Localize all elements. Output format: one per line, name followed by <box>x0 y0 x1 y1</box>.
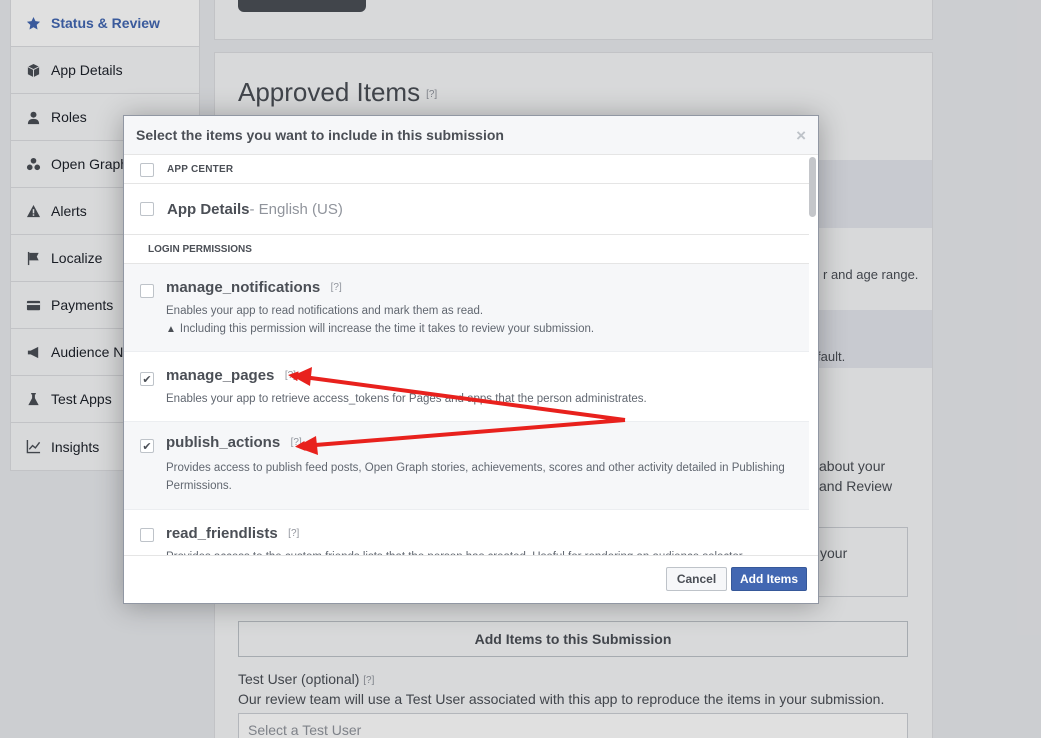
permission-checkbox[interactable] <box>140 284 154 298</box>
app-details-name: App Details <box>167 200 250 218</box>
cancel-button[interactable]: Cancel <box>666 567 727 591</box>
app-center-checkbox[interactable] <box>140 162 154 177</box>
permission-row: read_friendlists [?] Provides access to … <box>124 510 809 556</box>
permission-name: read_friendlists <box>166 525 278 542</box>
permission-row: manage_notifications [?] Enables your ap… <box>124 264 809 352</box>
permission-checkbox-checked[interactable]: ✔ <box>140 372 154 386</box>
permission-checkbox-checked[interactable]: ✔ <box>140 439 154 453</box>
permission-row: ✔ publish_actions [?] Provides access to… <box>124 422 809 510</box>
permission-name: manage_pages <box>166 367 275 384</box>
app-details-checkbox[interactable] <box>140 202 154 216</box>
permission-warning: ▲ Including this permission will increase… <box>166 320 594 339</box>
permission-row: ✔ manage_pages [?] Enables your app to r… <box>124 352 809 422</box>
help-link[interactable]: [?] <box>288 528 299 539</box>
dialog-title: Select the items you want to include in … <box>136 127 504 143</box>
close-icon[interactable]: × <box>796 127 806 144</box>
add-items-button[interactable]: Add Items <box>731 567 807 591</box>
submission-items-dialog: Select the items you want to include in … <box>123 115 819 604</box>
app-center-section: APP CENTER <box>124 156 809 184</box>
dialog-scrollbar[interactable] <box>809 157 816 555</box>
permission-description: Enables your app to read notifications a… <box>166 305 484 317</box>
warning-icon: ▲ <box>166 324 176 335</box>
dialog-body: APP CENTER App Details - English (US) LO… <box>124 156 809 556</box>
app-details-row: App Details - English (US) <box>124 184 809 235</box>
permission-description: Enables your app to retrieve access_toke… <box>166 393 647 405</box>
help-link[interactable]: [?] <box>331 282 342 293</box>
scroll-thumb[interactable] <box>809 157 816 217</box>
app-details-language: - English (US) <box>249 200 343 218</box>
dialog-footer: Cancel Add Items <box>124 555 818 603</box>
permission-name: publish_actions <box>166 434 281 451</box>
section-header: LOGIN PERMISSIONS <box>124 235 809 264</box>
permission-name: manage_notifications <box>166 279 321 296</box>
section-header: APP CENTER <box>167 164 234 175</box>
dialog-header: Select the items you want to include in … <box>124 116 818 155</box>
help-link[interactable]: [?] <box>285 370 296 381</box>
permission-checkbox[interactable] <box>140 528 154 542</box>
permission-description: Provides access to publish feed posts, O… <box>166 462 785 492</box>
help-link[interactable]: [?] <box>291 437 302 448</box>
